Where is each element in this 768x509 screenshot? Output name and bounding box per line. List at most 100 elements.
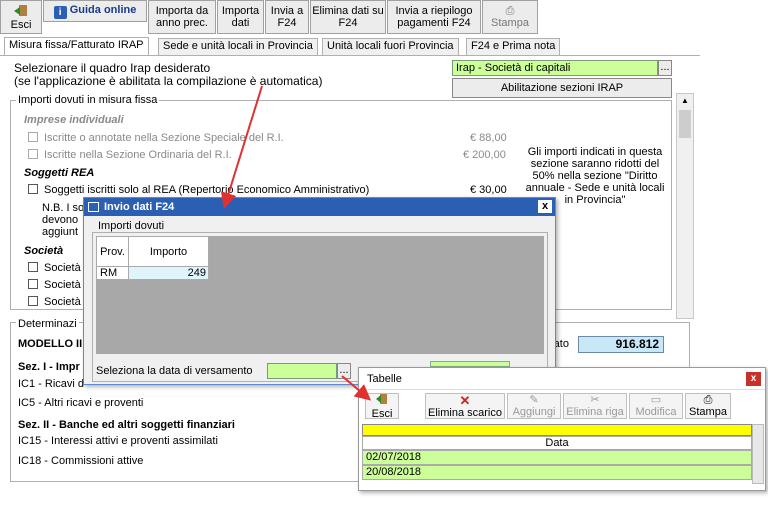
ic18-label: IC18 - Commissioni attive (18, 455, 144, 467)
sogg1-label: Soggetti iscritti solo al REA (Repertori… (44, 184, 370, 196)
tabelle-dialog: Tabelle x Esci ✕ Elimina scarico ✎ Aggiu… (358, 367, 766, 491)
invio-f24-title: Invio dati F24 (104, 201, 175, 213)
esci-button[interactable]: Esci (0, 0, 42, 34)
guida-label: Guida online (69, 4, 137, 16)
sogg1-row[interactable]: Soggetti iscritti solo al REA (Repertori… (28, 184, 369, 196)
nb-line-3: aggiunt (42, 226, 79, 238)
scroll-up-icon[interactable]: ▲ (677, 94, 693, 108)
imp1-row[interactable]: Iscritte o annotate nella Sezione Specia… (28, 132, 284, 144)
importi-grid: Prov. Importo RM 249 (96, 236, 544, 354)
soc3-label: Società (44, 296, 81, 308)
printer-icon: ⎙ (703, 394, 713, 406)
stampa-label: Stampa (491, 17, 529, 29)
importi-dovuti-group: Importi dovuti (96, 220, 167, 232)
guida-online-button[interactable]: i Guida online (43, 0, 147, 22)
date-cell: 20/08/2018 (366, 466, 422, 478)
tab-sede-unita[interactable]: Sede e unità locali in Provincia (158, 38, 318, 55)
close-icon[interactable]: x (746, 372, 761, 386)
elimina-riga-button[interactable]: ✂ Elimina riga (563, 393, 627, 419)
determ-title: Determinazi (16, 318, 79, 330)
tabelle-esci-button[interactable]: Esci (365, 393, 399, 420)
imp2-row[interactable]: Iscritte nella Sezione Ordinaria del R.I… (28, 149, 232, 161)
elimina-scarico-label: Elimina scarico (428, 407, 502, 419)
imp1-value: € 88,00 (470, 132, 507, 144)
tab-unita-fuori[interactable]: Unità locali fuori Provincia (322, 38, 459, 55)
info-icon: i (53, 6, 67, 19)
soggetti-heading: Soggetti REA (24, 167, 95, 179)
table-row[interactable]: 20/08/2018 (362, 465, 752, 480)
societa-heading: Società (24, 245, 64, 257)
filter-bar[interactable] (362, 424, 752, 436)
ic1-label: IC1 - Ricavi d (18, 378, 85, 390)
col-importo-header: Importo (128, 236, 209, 267)
fissa-group-title: Importi dovuti in misura fissa (16, 94, 160, 106)
sogg1-checkbox[interactable] (28, 184, 38, 194)
elimina-label: Elimina dati su F24 (312, 5, 384, 29)
select-label-1: Selezionare il quadro Irap desiderato (14, 61, 211, 75)
importa-label: Importa da anno prec. (155, 5, 209, 29)
date-cell: 02/07/2018 (366, 451, 422, 463)
delete-row-icon: ✂ (590, 394, 600, 406)
abilitazione-button[interactable]: Abilitazione sezioni IRAP (452, 78, 672, 98)
quadro-browse-button[interactable]: ... (658, 60, 672, 76)
soc1-checkbox[interactable] (28, 262, 38, 272)
soc1-row[interactable]: Società (28, 262, 81, 274)
imp2-value: € 200,00 (463, 149, 506, 161)
tabelle-esci-label: Esci (371, 408, 393, 420)
soc2-checkbox[interactable] (28, 279, 38, 289)
col-prov-header: Prov. (96, 236, 129, 267)
invia-f24-button[interactable]: Invia a F24 (265, 0, 309, 34)
tabelle-titlebar: Tabelle x (359, 368, 765, 390)
elimina-riga-label: Elimina riga (566, 406, 624, 418)
vertical-scrollbar[interactable]: ▲ (676, 93, 694, 319)
tabelle-stampa-button[interactable]: ⎙ Stampa (685, 393, 731, 419)
data-versamento-input[interactable] (267, 363, 337, 379)
quadro-select[interactable]: Irap - Società di capitali (452, 60, 658, 76)
invio-f24-titlebar: Invio dati F24 x (84, 198, 555, 216)
soc3-row[interactable]: Società (28, 296, 81, 308)
select-label-2: (se l'applicazione è abilitata la compil… (14, 74, 323, 88)
invia-riepilogo-button[interactable]: Invia a riepilogo pagamenti F24 (387, 0, 481, 34)
data-versamento-label: Seleziona la data di versamento (96, 365, 253, 377)
delete-x-icon: ✕ (459, 393, 471, 408)
imprese-heading: Imprese individuali (24, 114, 124, 126)
cell-importo: 249 (128, 266, 209, 280)
nb-line-2: devono (42, 214, 79, 226)
elimina-scarico-button[interactable]: ✕ Elimina scarico (425, 393, 505, 419)
imp1-checkbox[interactable] (28, 132, 38, 142)
soc3-checkbox[interactable] (28, 296, 38, 306)
importi-table: Prov. Importo RM 249 (96, 236, 209, 280)
sogg1-value: € 30,00 (470, 184, 507, 196)
exit-icon (14, 5, 28, 17)
imp1-label: Iscritte o annotate nella Sezione Specia… (44, 132, 284, 144)
close-icon[interactable]: x (538, 200, 552, 213)
table-row[interactable]: RM 249 (96, 266, 209, 280)
ic5-label: IC5 - Altri ricavi e proventi (18, 397, 144, 409)
add-icon: ✎ (529, 394, 539, 406)
stampa-button[interactable]: ⎙ Stampa (482, 0, 538, 34)
edit-icon: ▭ (650, 394, 662, 406)
riepilogo-label: Invia a riepilogo pagamenti F24 (395, 5, 473, 29)
soc2-row[interactable]: Società (28, 279, 81, 291)
importa-dati-button[interactable]: Importa dati (217, 0, 264, 34)
scroll-thumb[interactable] (679, 110, 691, 138)
tabelle-scrollbar[interactable] (752, 424, 764, 484)
modifica-button[interactable]: ▭ Modifica (629, 393, 683, 419)
invia-label: Invia a F24 (270, 5, 304, 29)
tab-misura-fissa[interactable]: Misura fissa/Fatturato IRAP (4, 37, 149, 55)
tab-f24-prima-nota[interactable]: F24 e Prima nota (466, 38, 561, 55)
imp2-checkbox[interactable] (28, 149, 38, 159)
printer-icon: ⎙ (505, 5, 515, 17)
col-data-header: Data (362, 436, 752, 450)
soc1-label: Società (44, 262, 81, 274)
table-row[interactable]: 02/07/2018 (362, 450, 752, 465)
esci-label: Esci (10, 19, 32, 31)
exit-icon (366, 394, 398, 408)
aggiungi-button[interactable]: ✎ Aggiungi (507, 393, 561, 419)
elimina-dati-f24-button[interactable]: Elimina dati su F24 (310, 0, 386, 34)
data-browse-button[interactable]: ... (337, 363, 351, 379)
modifica-label: Modifica (635, 406, 677, 418)
importa-dati-label: Importa dati (221, 5, 260, 29)
importa-anno-prec-button[interactable]: Importa da anno prec. (148, 0, 216, 34)
tabelle-stampa-label: Stampa (689, 406, 727, 418)
